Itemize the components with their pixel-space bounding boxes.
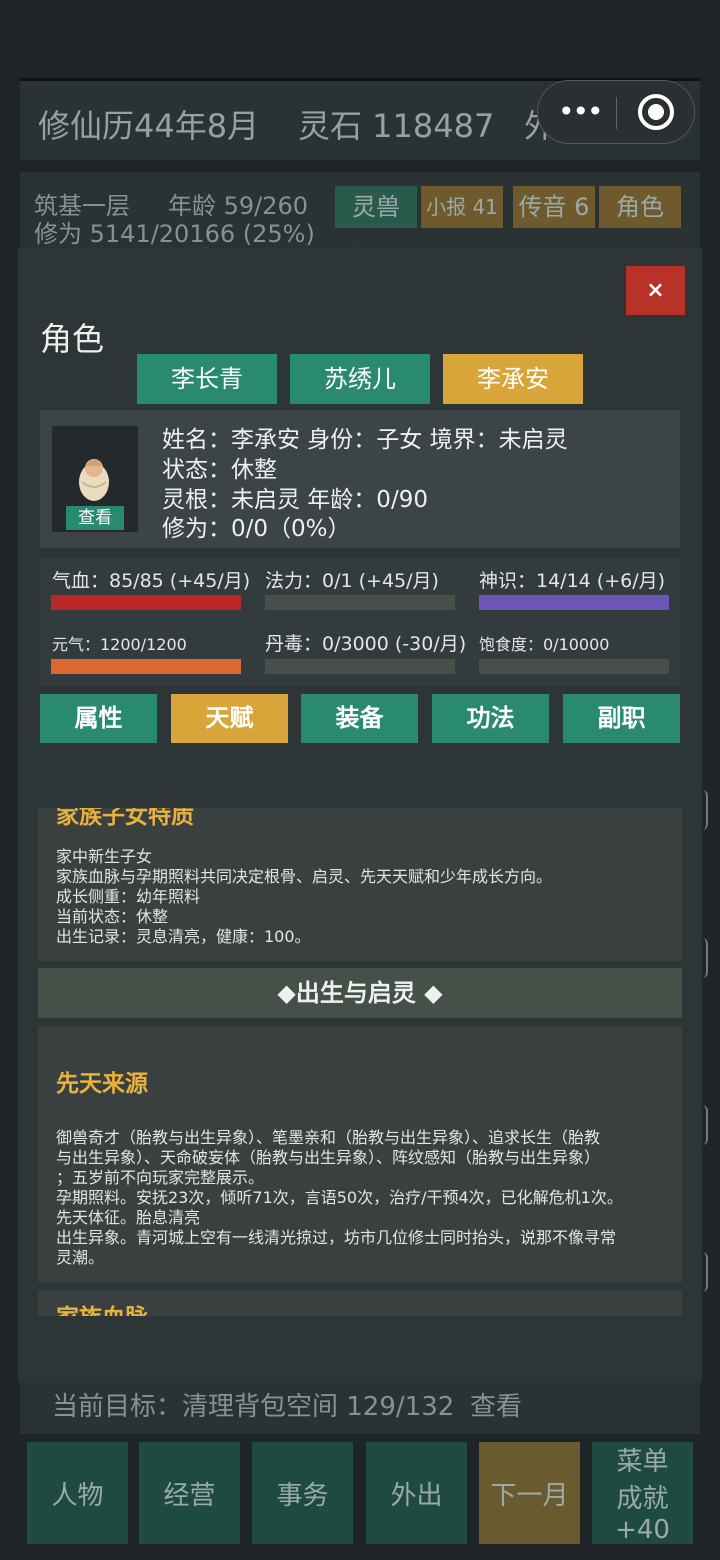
- innate-source-text: 御兽奇才（胎教与出生异象）、笔墨亲和（胎教与出生异象）、追求长生（胎教 与出生异…: [56, 1128, 623, 1267]
- character-button[interactable]: 角色: [599, 186, 681, 228]
- vitality-label: 元气：1200/1200: [52, 635, 187, 654]
- current-goal-bar: 当前目标：清理背包空间 129/132 查看: [20, 1382, 700, 1434]
- info-status: 状态：休整: [162, 457, 277, 483]
- bloodline-card: 家族血脉: [38, 1290, 682, 1316]
- family-trait-card: 家族子女特质 家中新生子女 家族血脉与孕期照料共同决定根骨、启灵、先天天赋和少年…: [38, 808, 682, 961]
- close-target-icon[interactable]: [638, 94, 674, 130]
- nav-achievement-label: 成就+40: [615, 1484, 670, 1545]
- nav-next-month[interactable]: 下一月: [479, 1442, 580, 1544]
- tab-character-2[interactable]: 苏绣儿: [290, 354, 430, 404]
- info-name-identity-realm: 姓名：李承安 身份：子女 境界：未启灵: [162, 427, 568, 453]
- nav-menu[interactable]: 菜单 成就+40: [592, 1442, 693, 1545]
- modal-title: 角色: [40, 320, 105, 358]
- tab-character-3[interactable]: 李承安: [443, 354, 583, 404]
- mana-bar: [265, 595, 455, 610]
- nav-next-month-label: 下一月: [490, 1480, 569, 1511]
- nav-business[interactable]: 经营: [139, 1442, 240, 1544]
- edge-marker: [702, 938, 708, 978]
- spirit-stone-count: 灵石 118487: [298, 107, 495, 145]
- edge-marker: [702, 790, 708, 830]
- close-button[interactable]: ×: [626, 266, 685, 315]
- avatar: 查看: [52, 426, 138, 532]
- nav-business-label: 经营: [163, 1480, 216, 1511]
- pill-toxin-bar: [265, 659, 455, 674]
- nav-affairs[interactable]: 事务: [252, 1442, 353, 1544]
- mini-program-capsule[interactable]: •••: [537, 80, 695, 144]
- tab-techniques[interactable]: 功法: [432, 694, 549, 743]
- family-trait-text: 家中新生子女 家族血脉与孕期照料共同决定根骨、启灵、先天天赋和少年成长方向。 成…: [56, 847, 553, 946]
- satiety-label: 饱食度：0/10000: [479, 635, 610, 654]
- edge-marker: [702, 1252, 708, 1292]
- bloodline-title: 家族血脉: [56, 1298, 148, 1316]
- edge-marker: [702, 1105, 708, 1145]
- news-button[interactable]: 小报 41: [421, 186, 503, 228]
- pill-toxin-label: 丹毒：0/3000 (-30/月): [265, 633, 467, 655]
- hp-bar: [51, 595, 241, 610]
- nav-outing-label: 外出: [390, 1480, 443, 1511]
- baby-portrait-icon: [79, 459, 109, 501]
- character-info-panel: 查看 姓名：李承安 身份：子女 境界：未启灵 状态：休整 灵根：未启灵 年龄：0…: [40, 410, 680, 548]
- nav-character[interactable]: 人物: [27, 1442, 128, 1544]
- satiety-bar: [479, 659, 669, 674]
- talent-content-scroll[interactable]: 家族子女特质 家中新生子女 家族血脉与孕期照料共同决定根骨、启灵、先天天赋和少年…: [38, 808, 682, 1316]
- capsule-divider: [616, 97, 617, 129]
- more-dots-icon[interactable]: •••: [558, 95, 604, 128]
- spirit-sense-label: 神识：14/14 (+6/月): [479, 570, 666, 592]
- nav-character-label: 人物: [51, 1480, 104, 1511]
- game-date: 修仙历44年8月: [38, 107, 260, 145]
- hp-label: 气血：85/85 (+45/月): [52, 570, 251, 592]
- innate-source-card: 先天来源 御兽奇才（胎教与出生异象）、笔墨亲和（胎教与出生异象）、追求长生（胎教…: [38, 1026, 682, 1282]
- vitality-bar: [51, 659, 241, 674]
- tab-attributes[interactable]: 属性: [40, 694, 157, 743]
- message-button[interactable]: 传音 6: [513, 186, 595, 228]
- info-cultivation: 修为：0/0（0%）: [162, 516, 351, 542]
- mana-label: 法力：0/1 (+45/月): [265, 570, 439, 592]
- nav-menu-label: 菜单: [616, 1447, 669, 1477]
- nav-outing[interactable]: 外出: [366, 1442, 467, 1544]
- innate-source-title: 先天来源: [56, 1071, 148, 1097]
- character-modal: × 角色 李长青 苏绣儿 李承安 查看 姓名：李承安 身份：子女 境界：未启灵 …: [18, 248, 702, 1382]
- tab-talents[interactable]: 天赋: [171, 694, 288, 743]
- view-portrait-button[interactable]: 查看: [66, 506, 124, 530]
- goal-view-link[interactable]: 查看: [470, 1386, 522, 1423]
- tab-side-jobs[interactable]: 副职: [563, 694, 680, 743]
- current-goal-text: 当前目标：清理背包空间 129/132: [52, 1392, 455, 1422]
- tab-equipment[interactable]: 装备: [301, 694, 418, 743]
- family-trait-title: 家族子女特质: [56, 808, 194, 829]
- tab-character-1[interactable]: 李长青: [137, 354, 277, 404]
- nav-affairs-label: 事务: [276, 1480, 329, 1511]
- spirit-sense-bar: [479, 595, 669, 610]
- spirit-beast-button[interactable]: 灵兽: [335, 186, 417, 228]
- vitals-panel: 气血：85/85 (+45/月) 法力：0/1 (+45/月) 神识：14/14…: [40, 558, 680, 686]
- birth-section-header: ◆出生与启灵 ◆: [38, 968, 682, 1018]
